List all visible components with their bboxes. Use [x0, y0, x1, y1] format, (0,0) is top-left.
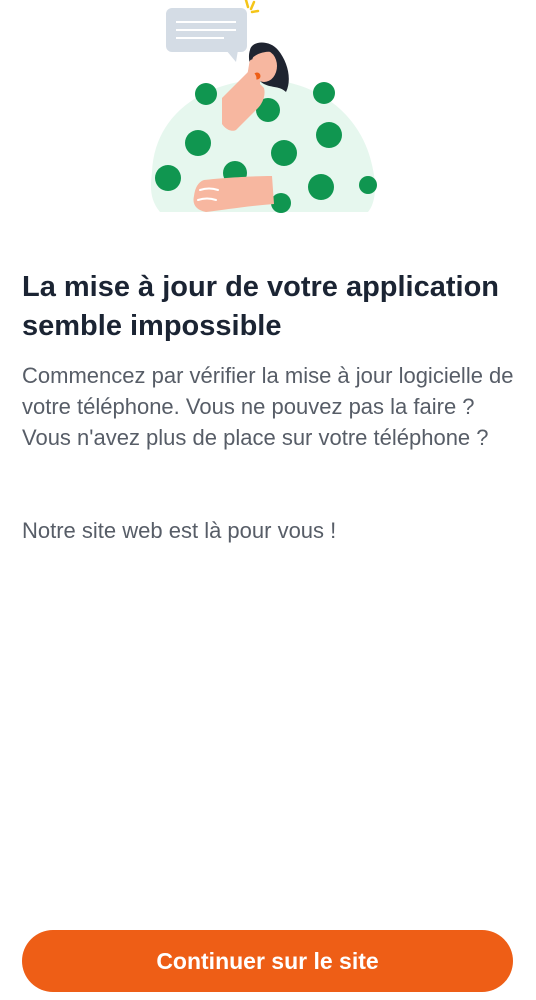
page-title: La mise à jour de votre application semb…: [22, 271, 500, 342]
sparkle-icon: [244, 0, 260, 14]
website-help-text: Notre site web est là pour vous !: [22, 518, 337, 543]
speech-bubble-icon: [166, 8, 247, 62]
woman-thinking-illustration: [140, 0, 390, 225]
description-text: Commencez par vérifier la mise à jour lo…: [22, 363, 514, 450]
continue-on-site-label: Continuer sur le site: [156, 947, 379, 974]
continue-on-site-button[interactable]: Continuer sur le site: [22, 930, 513, 992]
